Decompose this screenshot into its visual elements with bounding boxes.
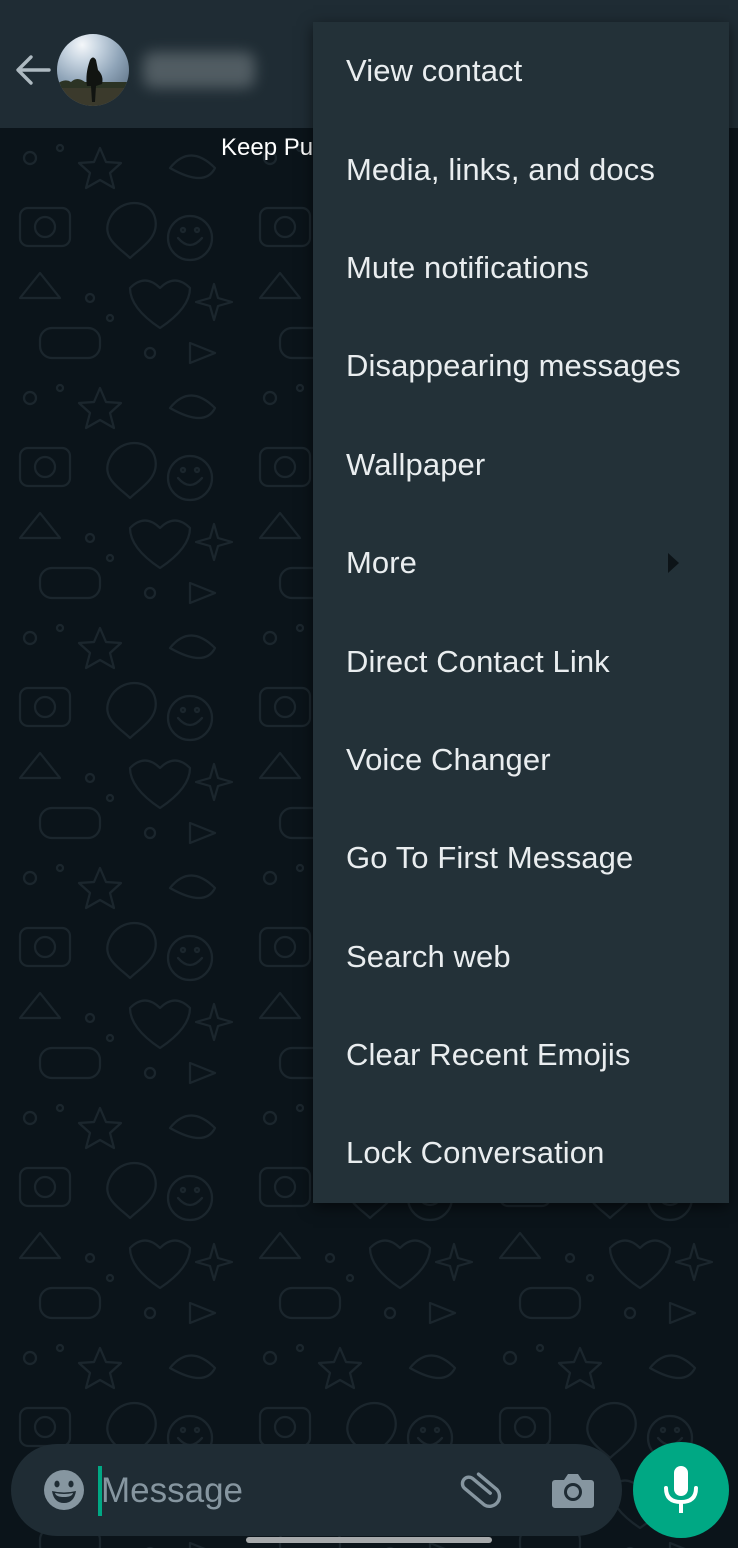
triangle-right-icon (668, 553, 679, 574)
microphone-icon (664, 1466, 698, 1513)
contact-avatar[interactable] (57, 34, 129, 106)
back-button[interactable] (12, 50, 54, 90)
menu-item-label: Go To First Message (346, 840, 634, 876)
menu-item-view-contact[interactable]: View contact (313, 22, 729, 120)
message-composer (11, 1444, 622, 1536)
paperclip-icon (460, 1472, 502, 1508)
menu-item-go-to-first-message[interactable]: Go To First Message (313, 809, 729, 907)
overflow-menu: View contact Media, links, and docs Mute… (313, 22, 729, 1203)
attach-button[interactable] (458, 1468, 504, 1514)
menu-item-label: Search web (346, 938, 511, 974)
menu-item-label: View contact (346, 53, 523, 89)
menu-item-voice-changer[interactable]: Voice Changer (313, 711, 729, 809)
menu-item-label: More (346, 545, 418, 581)
menu-item-direct-contact-link[interactable]: Direct Contact Link (313, 612, 729, 710)
contact-name-blurred[interactable] (143, 52, 255, 88)
menu-item-clear-recent-emojis[interactable]: Clear Recent Emojis (313, 1006, 729, 1104)
menu-item-label: Wallpaper (346, 446, 486, 482)
chat-screen: Keep Pu View contact Media, links, and d… (0, 0, 738, 1548)
camera-icon (552, 1474, 594, 1508)
menu-item-media-links-docs[interactable]: Media, links, and docs (313, 120, 729, 218)
voice-record-button[interactable] (633, 1442, 729, 1538)
menu-item-search-web[interactable]: Search web (313, 908, 729, 1006)
arrow-left-icon (16, 55, 51, 85)
message-input[interactable] (101, 1462, 441, 1520)
menu-item-label: Lock Conversation (346, 1135, 605, 1171)
menu-item-label: Clear Recent Emojis (346, 1037, 631, 1073)
menu-item-mute-notifications[interactable]: Mute notifications (313, 219, 729, 317)
chat-banner-text: Keep Pu (221, 134, 314, 161)
menu-item-lock-conversation[interactable]: Lock Conversation (313, 1104, 729, 1202)
avatar-image (57, 34, 129, 106)
emoji-button[interactable] (42, 1468, 86, 1512)
smiley-icon (44, 1470, 84, 1510)
camera-button[interactable] (551, 1470, 595, 1510)
menu-item-disappearing-messages[interactable]: Disappearing messages (313, 317, 729, 415)
menu-item-label: Media, links, and docs (346, 151, 655, 187)
menu-item-label: Mute notifications (346, 249, 590, 285)
menu-item-label: Disappearing messages (346, 348, 681, 384)
home-indicator[interactable] (246, 1537, 492, 1543)
menu-item-label: Voice Changer (346, 741, 551, 777)
menu-item-label: Direct Contact Link (346, 643, 610, 679)
menu-item-wallpaper[interactable]: Wallpaper (313, 416, 729, 514)
menu-item-more[interactable]: More (313, 514, 729, 612)
